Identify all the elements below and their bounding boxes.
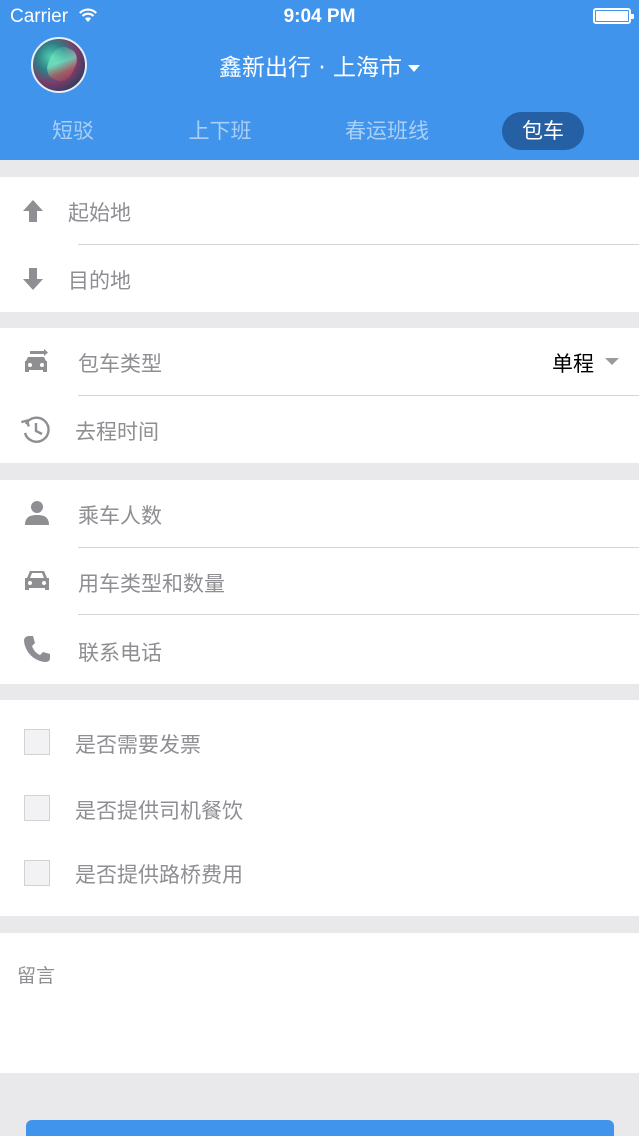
toll-checkbox[interactable] — [24, 860, 50, 886]
invoice-option[interactable]: 是否需要发票 — [0, 700, 639, 772]
status-time: 9:04 PM — [283, 6, 356, 27]
vehicle-type-field[interactable]: 用车类型和数量 — [78, 568, 225, 598]
tab-charter[interactable]: 包车 — [502, 112, 584, 150]
departure-time-field[interactable]: 去程时间 — [75, 416, 159, 446]
tab-spring-festival[interactable]: 春运班线 — [336, 112, 438, 150]
caret-down-icon — [605, 358, 619, 365]
toll-label: 是否提供路桥费用 — [75, 863, 243, 887]
route-section: 起始地 目的地 — [0, 177, 639, 312]
destination-row[interactable]: 目的地 — [0, 245, 639, 312]
tab-commute[interactable]: 上下班 — [180, 112, 260, 150]
status-bar: Carrier 9:04 PM — [0, 0, 639, 34]
invoice-checkbox[interactable] — [24, 729, 50, 755]
person-icon — [25, 501, 49, 525]
charter-type-row[interactable]: 包车类型 单程 — [0, 328, 639, 395]
vehicle-type-row[interactable]: 用车类型和数量 — [0, 548, 639, 614]
options-section: 是否需要发票 是否提供司机餐饮 是否提供路桥费用 — [0, 700, 639, 916]
details-section: 乘车人数 用车类型和数量 联系电话 — [0, 480, 639, 684]
driver-meal-option[interactable]: 是否提供司机餐饮 — [0, 772, 639, 838]
charter-type-select[interactable]: 单程 — [552, 348, 594, 378]
driver-meal-label: 是否提供司机餐饮 — [75, 799, 243, 823]
contact-phone-row[interactable]: 联系电话 — [0, 615, 639, 684]
driver-meal-checkbox[interactable] — [24, 795, 50, 821]
tab-bar: 短驳 上下班 春运班线 包车 — [0, 112, 639, 150]
arrow-down-icon — [23, 268, 43, 290]
message-section[interactable] — [0, 933, 639, 1073]
origin-field[interactable]: 起始地 — [68, 197, 131, 227]
page-title: 鑫新出行 · 上海市 — [219, 55, 402, 81]
invoice-label: 是否需要发票 — [75, 733, 201, 757]
battery-icon — [593, 8, 634, 24]
car-swap-icon — [25, 349, 48, 372]
passenger-count-field[interactable]: 乘车人数 — [78, 500, 162, 530]
car-icon — [25, 571, 49, 590]
charter-section: 包车类型 单程 去程时间 — [0, 328, 639, 463]
submit-button[interactable] — [26, 1120, 614, 1136]
charter-type-label: 包车类型 — [78, 352, 162, 376]
tab-shuttle[interactable]: 短驳 — [40, 112, 106, 150]
arrow-up-icon — [23, 200, 43, 222]
chevron-down-icon — [407, 65, 420, 72]
passenger-count-row[interactable]: 乘车人数 — [0, 480, 639, 547]
app-header: Carrier 9:04 PM 鑫新出行 · 上海市 短驳 上下班 春运班线 包… — [0, 0, 639, 160]
clock-icon — [21, 416, 50, 443]
destination-field[interactable]: 目的地 — [68, 265, 131, 295]
departure-time-row[interactable]: 去程时间 — [0, 396, 639, 463]
toll-option[interactable]: 是否提供路桥费用 — [0, 838, 639, 916]
contact-phone-field[interactable]: 联系电话 — [78, 637, 162, 667]
phone-icon — [24, 636, 50, 662]
city-selector[interactable]: 鑫新出行 · 上海市 — [0, 48, 639, 82]
origin-row[interactable]: 起始地 — [0, 177, 639, 244]
message-textarea[interactable]: 留言 — [17, 961, 55, 988]
